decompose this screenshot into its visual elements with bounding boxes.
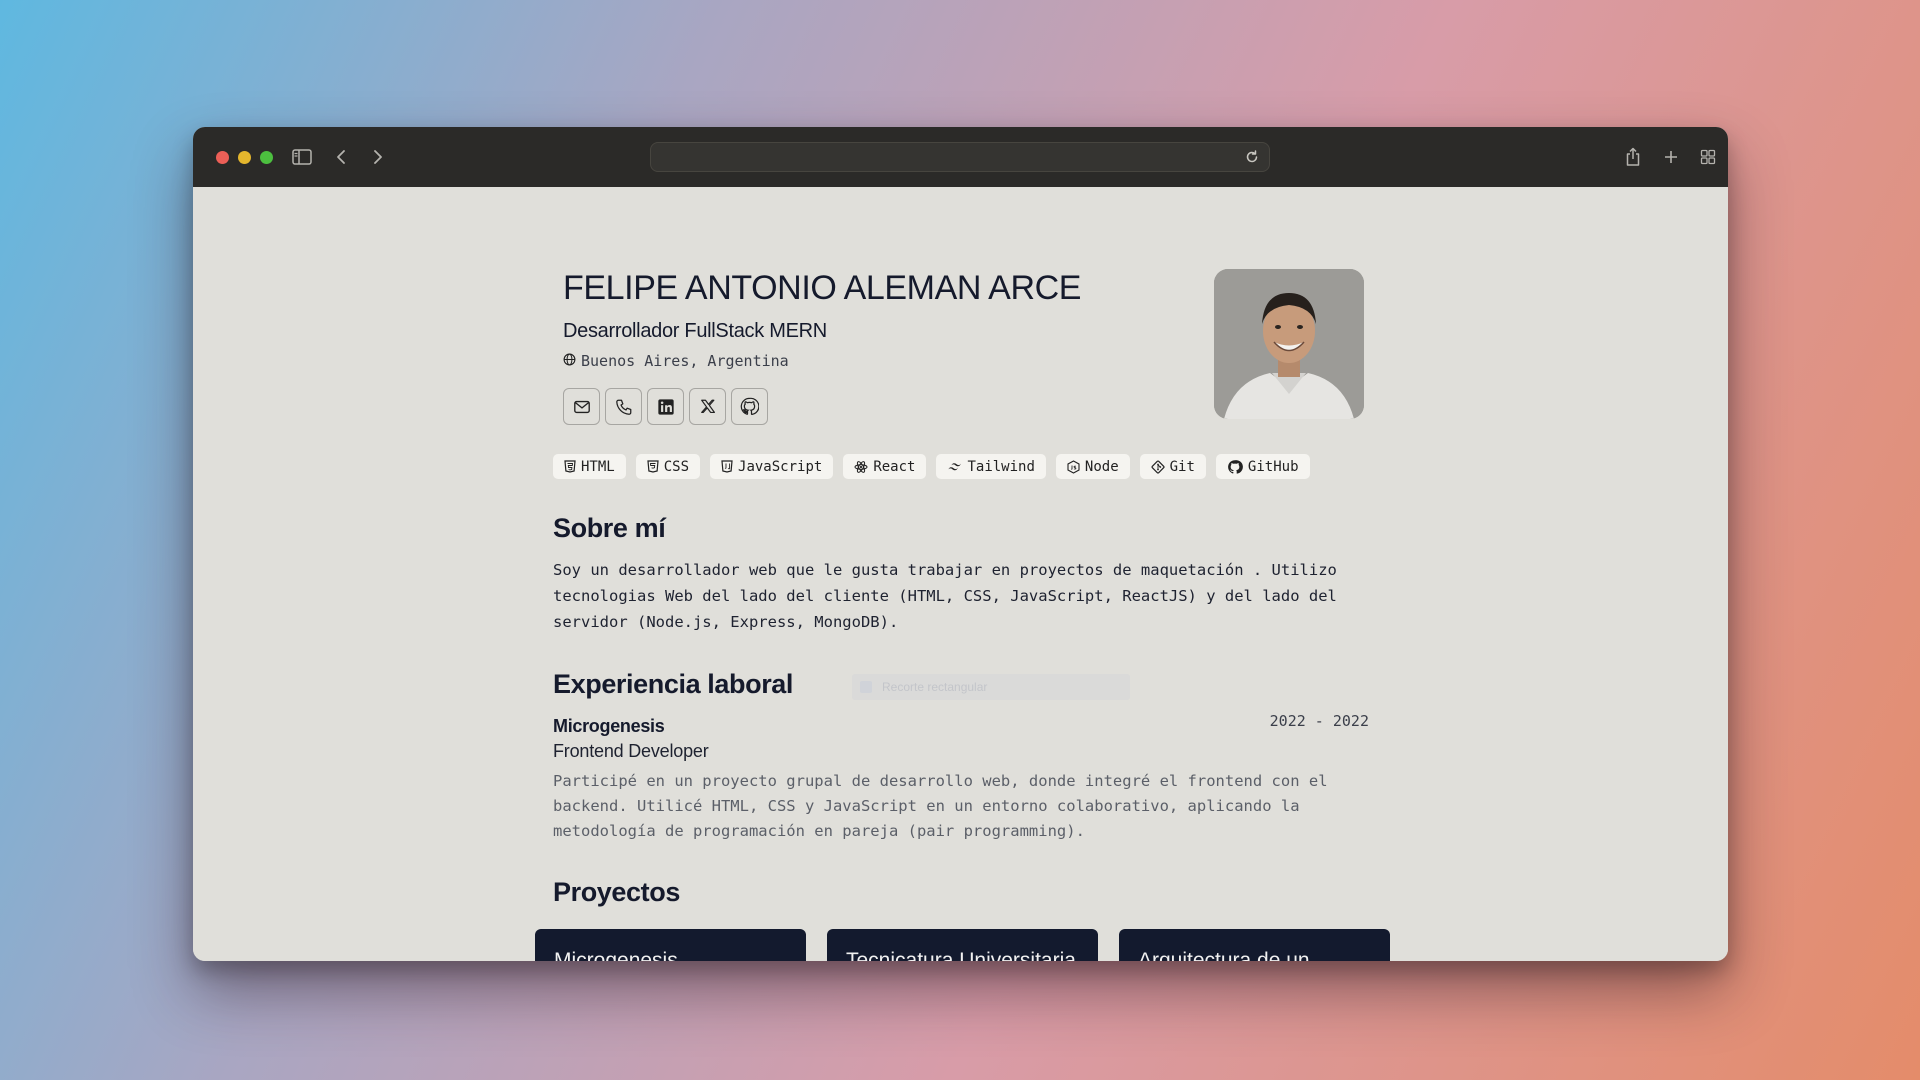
x-icon[interactable] <box>689 388 726 425</box>
skill-label: GitHub <box>1247 458 1299 475</box>
share-icon[interactable] <box>1620 144 1646 170</box>
reload-icon[interactable] <box>1241 146 1263 168</box>
html5-icon <box>564 460 576 473</box>
skills-list: HTML CSS JavaScript React Tailwind Node … <box>553 454 1310 479</box>
phone-icon[interactable] <box>605 388 642 425</box>
overlay-label: Recorte rectangular <box>882 680 988 694</box>
javascript-icon <box>721 460 733 473</box>
skill-label: Git <box>1169 458 1195 475</box>
profile-photo <box>1214 269 1364 419</box>
project-card[interactable]: Microgenesis <box>535 929 806 961</box>
close-window-button[interactable] <box>216 151 229 164</box>
skill-badge-html: HTML <box>553 454 626 479</box>
skill-badge-git: Git <box>1139 454 1206 479</box>
skill-label: Node <box>1084 458 1119 475</box>
node-icon <box>1067 459 1080 474</box>
skill-badge-javascript: JavaScript <box>710 454 834 479</box>
tailwind-icon <box>948 462 962 470</box>
skill-badge-github: GitHub <box>1215 454 1310 479</box>
github-icon[interactable] <box>731 388 768 425</box>
about-heading: Sobre mí <box>553 513 666 543</box>
browser-toolbar <box>193 127 1728 187</box>
skill-label: Tailwind <box>967 458 1035 475</box>
git-icon <box>1151 459 1165 474</box>
project-card[interactable]: Tecnicatura Universitaria <box>827 929 1098 961</box>
experience-dates: 2022 - 2022 <box>1269 712 1369 730</box>
experience-heading: Experiencia laboral <box>553 669 794 699</box>
github-icon <box>1228 459 1243 474</box>
tab-overview-icon[interactable] <box>1695 144 1721 170</box>
minimize-window-button[interactable] <box>238 151 251 164</box>
new-tab-icon[interactable] <box>1658 144 1684 170</box>
skill-badge-css: CSS <box>635 454 701 479</box>
react-icon <box>854 460 868 473</box>
location-text: Buenos Aires, Argentina <box>581 352 789 370</box>
zoom-window-button[interactable] <box>260 151 273 164</box>
css3-icon <box>647 460 659 473</box>
sidebar-icon[interactable] <box>289 144 315 170</box>
skill-label: CSS <box>663 458 690 475</box>
skill-label: HTML <box>581 458 615 475</box>
experience-company: Microgenesis <box>553 716 665 736</box>
profile-name: FELIPE ANTONIO ALEMAN ARCE <box>563 269 1082 307</box>
skill-badge-node: Node <box>1055 454 1130 479</box>
forward-icon[interactable] <box>365 144 391 170</box>
window-controls <box>216 151 273 164</box>
globe-icon <box>563 352 576 370</box>
project-card[interactable]: Arquitectura de un <box>1119 929 1390 961</box>
skill-label: React <box>873 458 916 475</box>
skill-label: JavaScript <box>738 458 823 475</box>
screenshot-tool-overlay: Recorte rectangular <box>852 674 1130 700</box>
page-viewport: FELIPE ANTONIO ALEMAN ARCE Desarrollador… <box>193 187 1728 961</box>
projects-heading: Proyectos <box>553 877 680 907</box>
email-icon[interactable] <box>563 388 600 425</box>
projects-grid: Microgenesis Tecnicatura Universitaria A… <box>535 929 1390 961</box>
about-text: Soy un desarrollador web que le gusta tr… <box>553 561 1337 631</box>
profile-location: Buenos Aires, Argentina <box>563 352 789 370</box>
skill-badge-tailwind: Tailwind <box>936 454 1046 479</box>
browser-window: FELIPE ANTONIO ALEMAN ARCE Desarrollador… <box>193 127 1728 961</box>
social-links <box>563 388 768 425</box>
address-bar[interactable] <box>650 142 1270 172</box>
profile-role: Desarrollador FullStack MERN <box>563 320 827 342</box>
experience-description: Participé en un proyecto grupal de desar… <box>553 772 1328 840</box>
rectangle-snip-icon <box>860 681 872 693</box>
linkedin-icon[interactable] <box>647 388 684 425</box>
back-icon[interactable] <box>328 144 354 170</box>
experience-position: Frontend Developer <box>553 741 709 761</box>
skill-badge-react: React <box>843 454 927 479</box>
